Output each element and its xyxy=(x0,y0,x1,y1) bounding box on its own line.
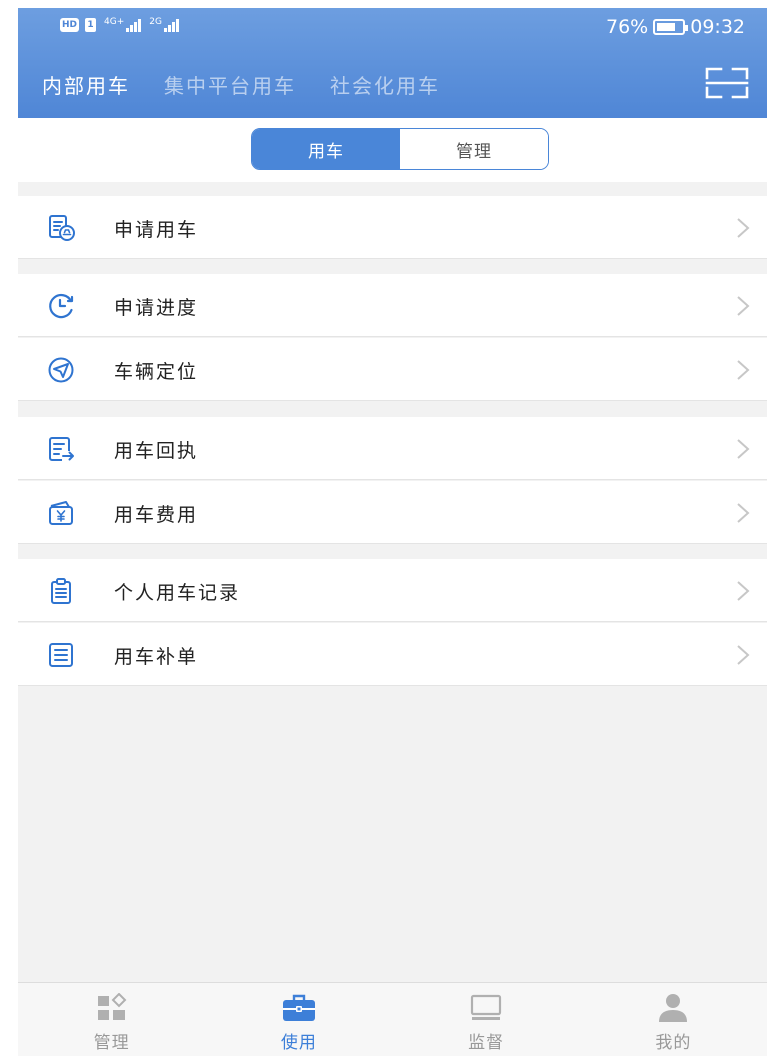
chevron-right-icon xyxy=(737,645,750,665)
nav-label-mine: 我的 xyxy=(655,1033,692,1053)
chevron-right-icon xyxy=(737,360,750,380)
progress-clock-icon xyxy=(49,294,74,319)
clipboard-icon xyxy=(51,578,71,604)
signal-strength-icon-2: 2G xyxy=(149,18,179,32)
menu-label-application-progress: 申请进度 xyxy=(114,297,199,319)
note-icon xyxy=(49,643,73,667)
phone-screen: HD 1 4G+ 2G 76% 09:32 内部用车 集中平台用车 社会化用车 … xyxy=(18,8,767,1056)
status-right: 76% 09:32 xyxy=(606,16,745,38)
nav-use[interactable]: 使用 xyxy=(205,983,392,1056)
network-type-1: 4G+ xyxy=(104,17,125,27)
sim-badge: 1 xyxy=(85,18,96,32)
chevron-right-icon xyxy=(737,503,750,523)
nav-mine[interactable]: 我的 xyxy=(580,983,767,1056)
nav-label-supervision: 监督 xyxy=(468,1033,505,1053)
menu-personal-vehicle-record[interactable]: 个人用车记录 xyxy=(18,559,767,622)
tab-centralized-platform[interactable]: 集中平台用车 xyxy=(164,70,296,99)
wallet-yen-icon xyxy=(49,501,73,525)
menu-vehicle-cost[interactable]: 用车费用 xyxy=(18,481,767,544)
menu-label-personal-vehicle-record: 个人用车记录 xyxy=(114,582,241,604)
segment-area: 用车 管理 xyxy=(18,118,767,182)
menu-label-vehicle-location: 车辆定位 xyxy=(114,361,199,383)
menu-apply-vehicle[interactable]: 申请用车 xyxy=(18,196,767,259)
use-management-toggle: 用车 管理 xyxy=(251,128,549,170)
receipt-arrow-icon xyxy=(49,437,75,461)
nav-label-management: 管理 xyxy=(93,1033,130,1053)
menu-vehicle-location[interactable]: 车辆定位 xyxy=(18,338,767,401)
nav-supervision[interactable]: 监督 xyxy=(393,983,580,1056)
menu-label-vehicle-cost: 用车费用 xyxy=(114,504,199,526)
chevron-right-icon xyxy=(737,581,750,601)
chevron-right-icon xyxy=(737,439,750,459)
chevron-right-icon xyxy=(737,218,750,238)
menu-label-apply-vehicle: 申请用车 xyxy=(114,219,199,241)
menu-label-vehicle-receipt: 用车回执 xyxy=(114,440,199,462)
segment-management-button[interactable]: 管理 xyxy=(400,129,548,169)
menu-vehicle-supplement[interactable]: 用车补单 xyxy=(18,623,767,686)
document-car-icon xyxy=(49,215,75,241)
location-arrow-icon xyxy=(48,357,74,383)
bottom-navigation: 管理 使用 监督 我的 xyxy=(18,982,767,1056)
clock: 09:32 xyxy=(690,16,745,38)
dashboard-icon xyxy=(97,993,127,1020)
nav-management[interactable]: 管理 xyxy=(18,983,205,1056)
tab-socialized-vehicle[interactable]: 社会化用车 xyxy=(330,70,440,99)
signal-strength-icon: 4G+ xyxy=(104,17,142,32)
briefcase-icon xyxy=(282,994,315,1021)
tab-internal-vehicle[interactable]: 内部用车 xyxy=(42,70,130,99)
user-icon xyxy=(659,994,688,1022)
battery-icon xyxy=(653,19,689,35)
monitor-icon xyxy=(471,994,502,1020)
status-left: HD 1 4G+ 2G xyxy=(60,18,179,32)
nav-label-use: 使用 xyxy=(280,1033,317,1053)
battery-fill xyxy=(657,23,676,31)
chevron-right-icon xyxy=(737,296,750,316)
menu-application-progress[interactable]: 申请进度 xyxy=(18,274,767,337)
scan-icon[interactable] xyxy=(705,66,749,100)
hd-badge: HD xyxy=(60,18,79,32)
segment-use-vehicle-button[interactable]: 用车 xyxy=(252,129,400,169)
battery-percent: 76% xyxy=(606,16,649,38)
menu-label-vehicle-supplement: 用车补单 xyxy=(114,646,199,668)
network-type-2: 2G xyxy=(149,17,162,27)
menu-vehicle-receipt[interactable]: 用车回执 xyxy=(18,417,767,480)
status-bar: HD 1 4G+ 2G 76% 09:32 xyxy=(18,8,767,50)
top-tabs: 内部用车 集中平台用车 社会化用车 xyxy=(42,70,440,99)
app-header: HD 1 4G+ 2G 76% 09:32 内部用车 集中平台用车 社会化用车 xyxy=(18,8,767,118)
